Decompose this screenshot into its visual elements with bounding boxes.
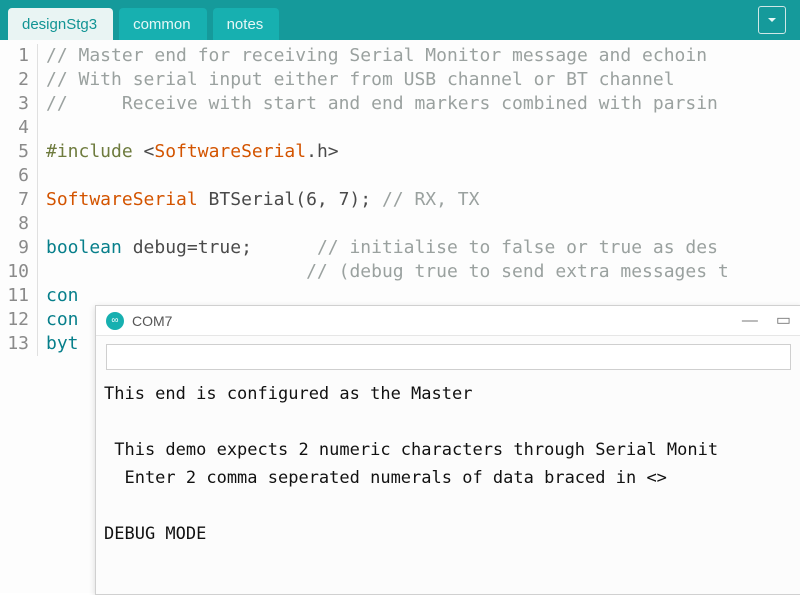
code-line[interactable]: 1// Master end for receiving Serial Moni… — [0, 44, 800, 68]
serial-monitor-titlebar[interactable]: ∞ COM7 — ▭ — [96, 306, 800, 336]
line-number: 12 — [0, 308, 38, 332]
serial-monitor-title: COM7 — [132, 313, 742, 329]
tab-menu-button[interactable] — [758, 6, 786, 34]
code-content[interactable]: // Receive with start and end markers co… — [38, 92, 718, 116]
tab-designstg3[interactable]: designStg3 — [8, 8, 113, 40]
serial-input[interactable] — [106, 344, 791, 370]
tab-common[interactable]: common — [119, 8, 207, 40]
line-number: 4 — [0, 116, 38, 140]
code-line[interactable]: 7SoftwareSerial BTSerial(6, 7); // RX, T… — [0, 188, 800, 212]
serial-input-wrap — [106, 344, 791, 370]
code-line[interactable]: 4 — [0, 116, 800, 140]
serial-output: This end is configured as the Master Thi… — [96, 376, 800, 552]
line-number: 7 — [0, 188, 38, 212]
code-content[interactable] — [38, 164, 57, 188]
code-content[interactable]: boolean debug=true; // initialise to fal… — [38, 236, 718, 260]
minimize-button[interactable]: — — [742, 313, 758, 329]
code-content[interactable] — [38, 212, 57, 236]
tab-label: designStg3 — [22, 16, 97, 33]
arduino-logo-icon: ∞ — [106, 312, 124, 330]
line-number: 3 — [0, 92, 38, 116]
code-content[interactable]: SoftwareSerial BTSerial(6, 7); // RX, TX — [38, 188, 480, 212]
code-line[interactable]: 8 — [0, 212, 800, 236]
code-content[interactable]: // With serial input either from USB cha… — [38, 68, 675, 92]
code-content[interactable] — [38, 116, 57, 140]
code-content[interactable]: #include <SoftwareSerial.h> — [38, 140, 339, 164]
code-line[interactable]: 3// Receive with start and end markers c… — [0, 92, 800, 116]
line-number: 10 — [0, 260, 38, 284]
line-number: 11 — [0, 284, 38, 308]
line-number: 9 — [0, 236, 38, 260]
serial-monitor-window: ∞ COM7 — ▭ This end is configured as the… — [95, 305, 800, 595]
tab-notes[interactable]: notes — [213, 8, 280, 40]
code-line[interactable]: 10 // (debug true to send extra messages… — [0, 260, 800, 284]
code-line[interactable]: 5#include <SoftwareSerial.h> — [0, 140, 800, 164]
maximize-button[interactable]: ▭ — [776, 313, 791, 329]
tab-label: notes — [227, 16, 264, 33]
chevron-down-icon — [766, 14, 778, 26]
line-number: 1 — [0, 44, 38, 68]
code-line[interactable]: 6 — [0, 164, 800, 188]
code-content[interactable]: // (debug true to send extra messages t — [38, 260, 729, 284]
line-number: 2 — [0, 68, 38, 92]
code-line[interactable]: 9boolean debug=true; // initialise to fa… — [0, 236, 800, 260]
code-content[interactable]: con — [38, 284, 79, 308]
code-content[interactable]: con — [38, 308, 79, 332]
code-line[interactable]: 2// With serial input either from USB ch… — [0, 68, 800, 92]
code-content[interactable]: // Master end for receiving Serial Monit… — [38, 44, 707, 68]
line-number: 5 — [0, 140, 38, 164]
code-content[interactable]: byt — [38, 332, 79, 356]
line-number: 8 — [0, 212, 38, 236]
line-number: 6 — [0, 164, 38, 188]
line-number: 13 — [0, 332, 38, 356]
tab-bar: designStg3 common notes — [0, 0, 800, 40]
tab-label: common — [133, 16, 191, 33]
